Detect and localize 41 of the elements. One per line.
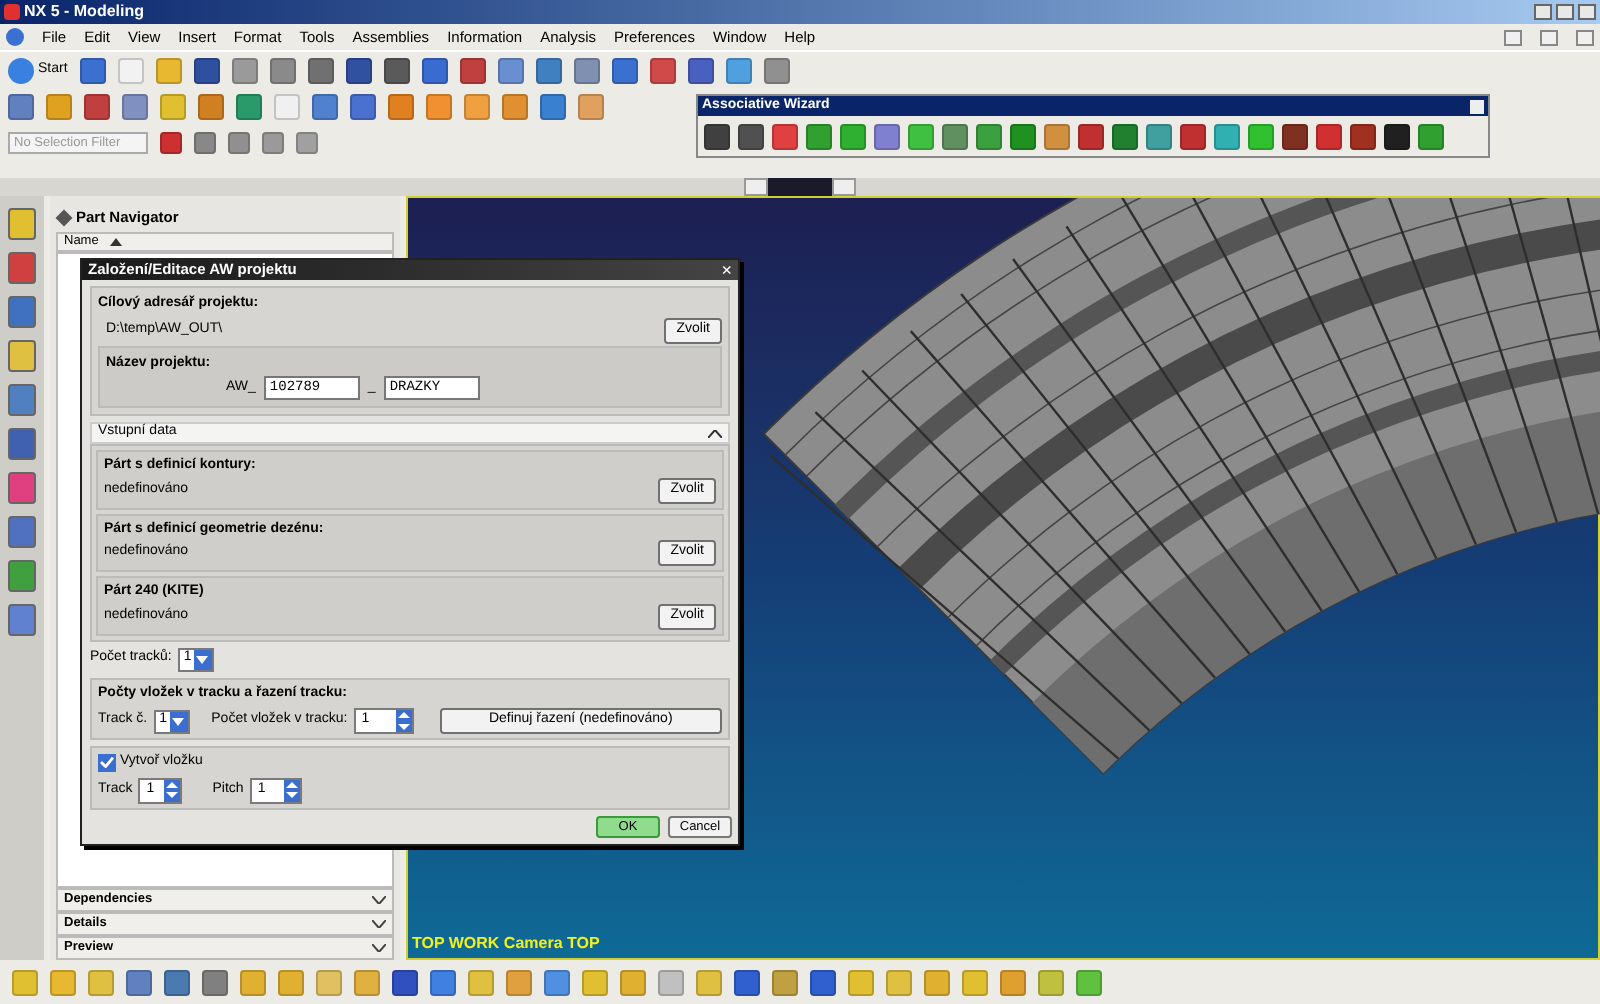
spinner-arrows-icon	[283, 779, 300, 801]
chevron-down-icon	[372, 920, 386, 928]
pin-icon[interactable]	[55, 209, 73, 227]
resource-tab-icon[interactable]	[8, 560, 36, 592]
scroll-thumb[interactable]	[768, 178, 832, 196]
dropdown-arrow-icon	[169, 711, 188, 731]
chevron-down-icon	[372, 944, 386, 952]
checkbox[interactable]	[98, 753, 116, 772]
tool-icon[interactable]	[193, 57, 220, 83]
tool-icon[interactable]	[687, 57, 714, 83]
tool-icon[interactable]	[345, 57, 372, 83]
tool-icon[interactable]	[1078, 123, 1104, 149]
close-icon[interactable]: ×	[721, 261, 732, 279]
resource-tab-icon[interactable]	[8, 340, 36, 372]
tool-icon[interactable]	[392, 969, 418, 995]
app-logo-icon	[4, 4, 20, 20]
tool-icon[interactable]	[810, 969, 836, 995]
close-icon[interactable]	[1470, 99, 1484, 113]
tool-icon[interactable]	[1350, 123, 1376, 149]
start-globe-icon	[8, 57, 34, 83]
restore-icon[interactable]	[1540, 29, 1558, 45]
tool-icon[interactable]	[459, 57, 486, 83]
tool-icon[interactable]	[738, 123, 764, 149]
tool-icon[interactable]	[1282, 123, 1308, 149]
window-title: NX 5 - Modeling	[24, 0, 144, 24]
view-label: TOP WORK Camera TOP	[412, 932, 600, 956]
tool-icon[interactable]	[734, 969, 760, 995]
spinner-arrows-icon	[164, 779, 181, 801]
app-menu-icon[interactable]	[6, 28, 24, 46]
resource-tab-icon[interactable]	[8, 208, 36, 240]
maximize-icon[interactable]	[1556, 4, 1574, 20]
sort-arrow-icon	[110, 238, 123, 246]
dropdown-arrow-icon	[193, 649, 212, 669]
tool-icon[interactable]	[1384, 123, 1410, 149]
tool-icon[interactable]	[1180, 123, 1206, 149]
spinner-arrows-icon	[395, 710, 412, 732]
tool-icon[interactable]	[160, 131, 182, 153]
tool-icon[interactable]	[704, 123, 730, 149]
chevron-down-icon	[372, 896, 386, 904]
tool-icon[interactable]	[383, 57, 410, 83]
chevron-up-icon	[708, 429, 722, 437]
